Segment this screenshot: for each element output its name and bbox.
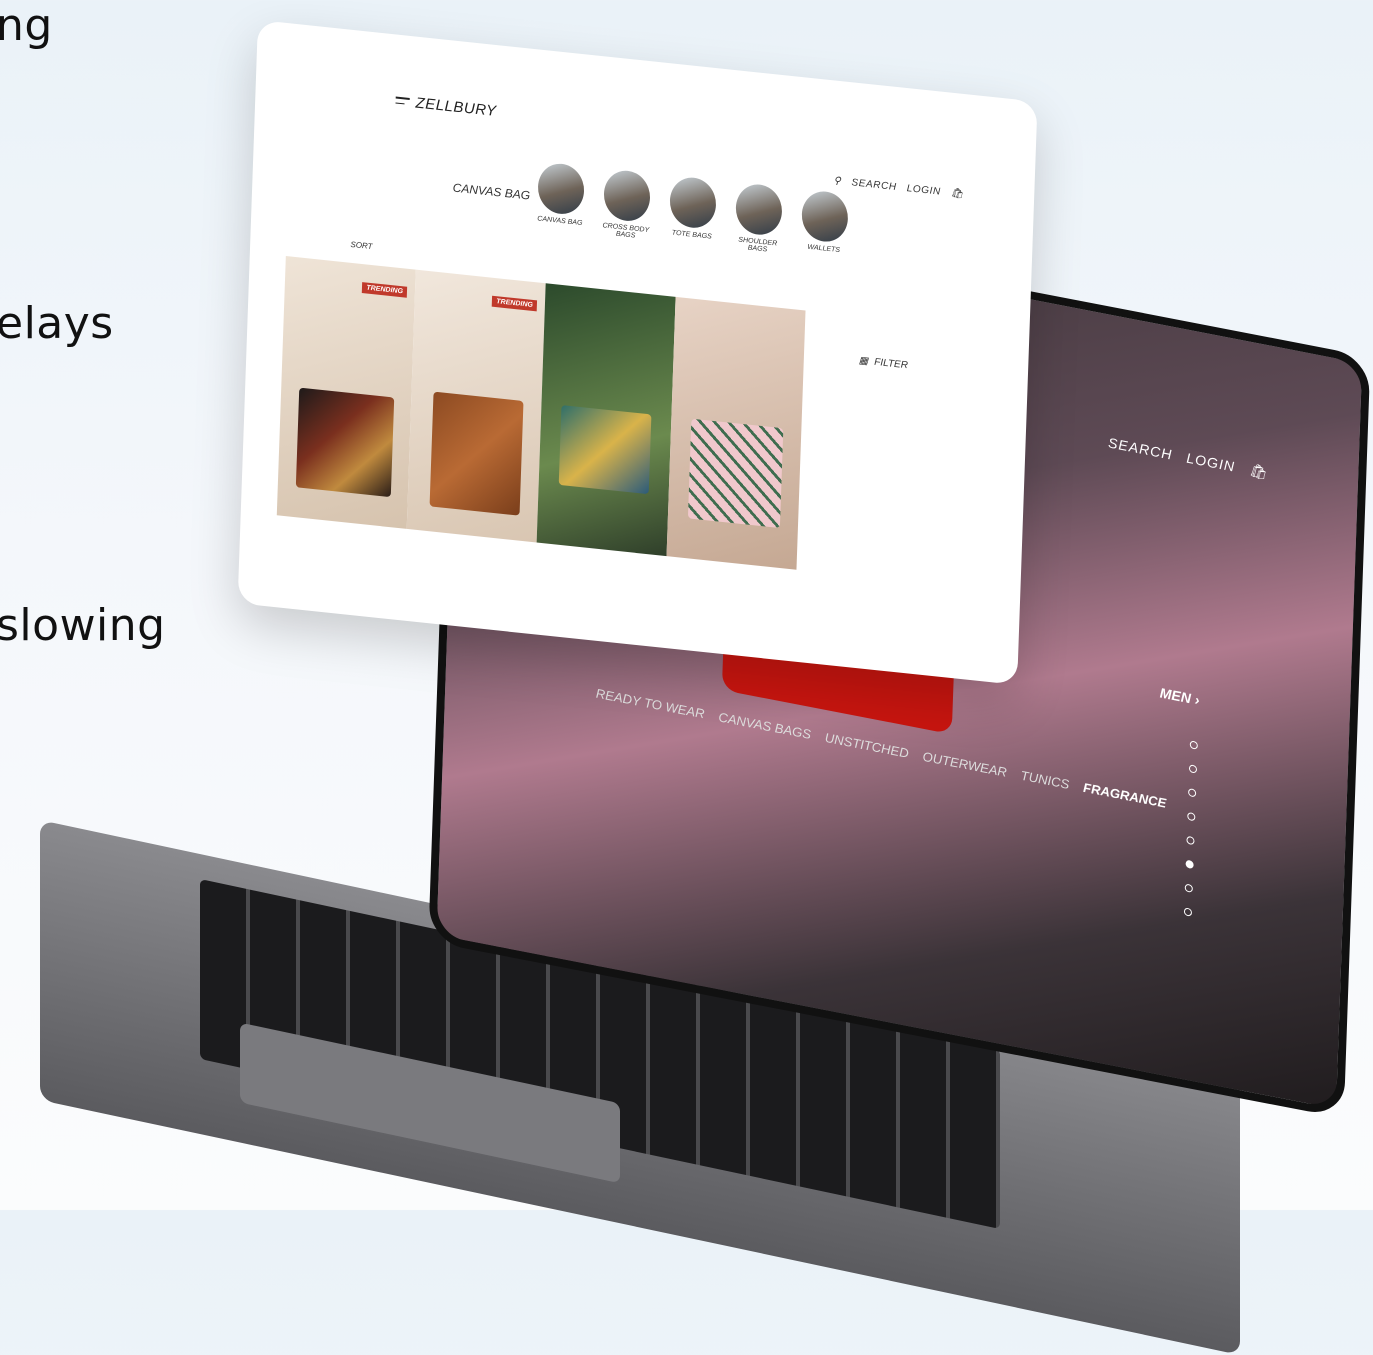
product-image	[295, 387, 395, 498]
bag-icon[interactable]: 🛍	[1249, 462, 1268, 483]
slide-dots	[1183, 740, 1198, 917]
category-thumb	[801, 189, 849, 244]
screen-nav: SEARCH LOGIN 🛍	[1108, 434, 1268, 482]
floating-shop-card: ZELLBURY ⚲ SEARCH LOGIN 🛍 CANVAS BAG CAN…	[237, 20, 1038, 685]
card-nav: ⚲ SEARCH LOGIN 🛍	[833, 175, 964, 200]
filter-button[interactable]: ▦ FILTER	[859, 355, 909, 371]
slide-dot[interactable]	[1188, 764, 1198, 774]
menu-unstitched[interactable]: UNSTITCHED	[825, 730, 909, 761]
category-thumb	[735, 182, 783, 237]
category-wallets[interactable]: WALLETS	[797, 189, 851, 262]
bag-icon[interactable]: 🛍	[951, 188, 965, 200]
hamburger-icon[interactable]	[395, 96, 410, 108]
category-shoulder[interactable]: SHOULDER BAGS	[731, 182, 785, 255]
menu-canvas-bags[interactable]: CANVAS BAGS	[718, 709, 811, 742]
product-image	[429, 391, 524, 516]
slide-dot[interactable]	[1189, 740, 1198, 750]
screen-login-link[interactable]: LOGIN	[1186, 450, 1235, 476]
category-strip: CANVAS BAG CROSS BODY BAGS TOTE BAGS SHO…	[534, 161, 852, 262]
grid-icon: ▦	[858, 355, 869, 368]
category-thumb	[669, 175, 717, 231]
trending-badge: TRENDING	[362, 282, 408, 298]
category-thumb	[537, 161, 585, 217]
product-card[interactable]: TRENDING	[276, 256, 416, 529]
product-card[interactable]	[536, 283, 676, 557]
product-image	[687, 418, 784, 528]
slide-dot-active[interactable]	[1185, 859, 1194, 870]
category-canvas-bag[interactable]: CANVAS BAG	[534, 161, 588, 234]
product-grid: TRENDING TRENDING	[276, 256, 806, 570]
category-cross-body[interactable]: CROSS BODY BAGS	[600, 168, 654, 241]
menu-outerwear[interactable]: OUTERWEAR	[922, 749, 1007, 780]
slide-dot[interactable]	[1188, 788, 1197, 798]
search-icon[interactable]: ⚲	[833, 175, 841, 187]
card-search-link[interactable]: SEARCH	[851, 177, 897, 193]
card-login-link[interactable]: LOGIN	[906, 183, 940, 198]
sort-button[interactable]: SORT	[350, 240, 372, 251]
product-image	[558, 405, 652, 495]
product-card[interactable]: TRENDING	[406, 269, 546, 543]
slide-dot[interactable]	[1183, 907, 1193, 917]
slide-dot[interactable]	[1186, 835, 1195, 846]
menu-tunics[interactable]: TUNICS	[1021, 768, 1070, 792]
slide-dot[interactable]	[1184, 883, 1193, 893]
men-link[interactable]: MEN ›	[1159, 685, 1199, 709]
brand-logo[interactable]: ZELLBURY	[415, 95, 497, 120]
product-card[interactable]	[666, 296, 806, 570]
screen-search-link[interactable]: SEARCH	[1108, 434, 1173, 463]
laptop-device: SEARCH LOGIN 🛍 MEN › READY TO WEAR CANVA…	[0, 0, 1373, 1355]
category-title: CANVAS BAG	[452, 180, 531, 203]
category-tote[interactable]: TOTE BAGS	[665, 175, 719, 248]
category-thumb	[603, 168, 651, 224]
menu-ready-to-wear[interactable]: READY TO WEAR	[596, 686, 705, 722]
slide-dot[interactable]	[1187, 811, 1196, 822]
trending-badge: TRENDING	[492, 295, 538, 312]
menu-fragrance[interactable]: FRAGRANCE	[1083, 780, 1167, 811]
